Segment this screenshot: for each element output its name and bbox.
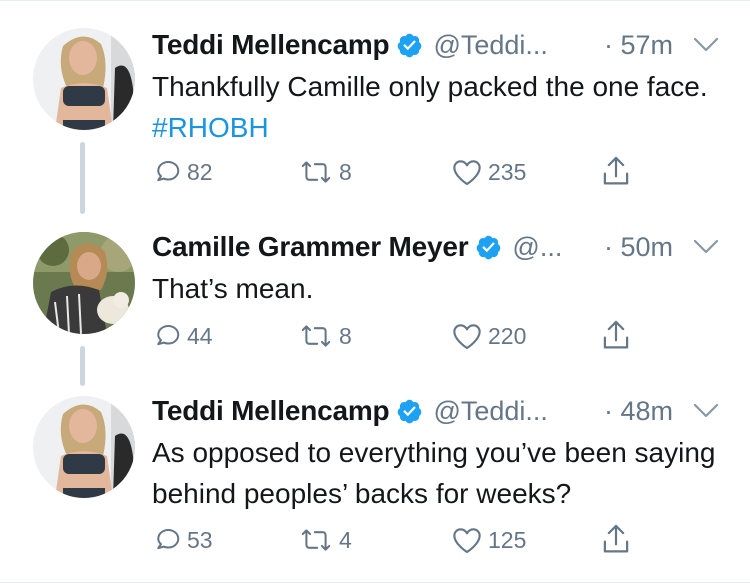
reply-count: 82: [187, 158, 213, 185]
retweet-count: 8: [339, 158, 352, 185]
like-count: 235: [488, 158, 527, 185]
tweet-text: As opposed to everything you’ve been say…: [152, 432, 732, 514]
timestamp[interactable]: · 57m: [604, 24, 673, 66]
reply-count: 53: [187, 526, 213, 553]
chevron-down-icon[interactable]: [693, 239, 719, 255]
retweet-button[interactable]: 8: [298, 321, 352, 351]
retweet-icon: [301, 161, 331, 183]
tweet[interactable]: Teddi Mellencamp @Teddi... · 48m As oppo…: [0, 390, 750, 580]
reply-button[interactable]: 44: [152, 321, 213, 351]
share-button[interactable]: [600, 318, 632, 352]
avatar[interactable]: [33, 232, 135, 334]
like-button[interactable]: 235: [451, 157, 526, 187]
display-name[interactable]: Camille Grammer Meyer: [152, 231, 469, 263]
tweet-header: Teddi Mellencamp @Teddi...: [152, 24, 548, 66]
like-count: 125: [488, 526, 527, 553]
handle[interactable]: @...: [512, 232, 562, 263]
share-icon: [603, 524, 629, 553]
hashtag-link[interactable]: #RHOBH: [152, 112, 269, 143]
retweet-button[interactable]: 8: [298, 157, 352, 187]
display-name[interactable]: Teddi Mellencamp: [152, 395, 390, 427]
reply-icon: [157, 529, 180, 550]
tweet-body: Thankfully Camille only packed the one f…: [152, 71, 708, 102]
like-count: 220: [488, 322, 527, 349]
avatar[interactable]: [33, 28, 135, 130]
tweet-body: That’s mean.: [152, 273, 314, 304]
share-icon: [603, 156, 629, 185]
chevron-down-icon[interactable]: [693, 403, 719, 419]
verified-badge-icon: [398, 33, 422, 57]
like-icon: [453, 528, 481, 554]
verified-badge-icon: [477, 235, 501, 259]
tweet-text: Thankfully Camille only packed the one f…: [152, 66, 732, 148]
reply-button[interactable]: 53: [152, 525, 213, 555]
handle[interactable]: @Teddi...: [433, 30, 547, 61]
share-button[interactable]: [600, 522, 632, 556]
tweet-body: As opposed to everything you’ve been say…: [152, 437, 716, 509]
share-icon: [603, 320, 629, 349]
tweet[interactable]: Teddi Mellencamp @Teddi... · 57m Thankfu…: [0, 24, 750, 204]
like-button[interactable]: 220: [451, 321, 526, 351]
display-name[interactable]: Teddi Mellencamp: [152, 29, 390, 61]
timestamp[interactable]: · 48m: [604, 390, 673, 432]
like-icon: [453, 324, 481, 350]
retweet-count: 8: [339, 322, 352, 349]
like-icon: [453, 160, 481, 186]
retweet-count: 4: [339, 526, 352, 553]
chevron-down-icon[interactable]: [693, 37, 719, 53]
tweet-text: That’s mean.: [152, 268, 732, 309]
top-border: [0, 0, 750, 1]
reply-icon: [157, 161, 180, 182]
retweet-icon: [301, 529, 331, 551]
tweet-header: Teddi Mellencamp @Teddi...: [152, 390, 548, 432]
avatar[interactable]: [33, 396, 135, 498]
timestamp[interactable]: · 50m: [604, 226, 673, 268]
tweet-header: Camille Grammer Meyer @...: [152, 226, 562, 268]
tweet[interactable]: Camille Grammer Meyer @... · 50m That’s …: [0, 226, 750, 376]
verified-badge-icon: [398, 399, 422, 423]
like-button[interactable]: 125: [451, 525, 526, 555]
retweet-button[interactable]: 4: [298, 525, 352, 555]
handle[interactable]: @Teddi...: [433, 396, 547, 427]
retweet-icon: [301, 325, 331, 347]
reply-count: 44: [187, 322, 213, 349]
reply-icon: [157, 325, 180, 346]
reply-button[interactable]: 82: [152, 157, 213, 187]
share-button[interactable]: [600, 154, 632, 188]
